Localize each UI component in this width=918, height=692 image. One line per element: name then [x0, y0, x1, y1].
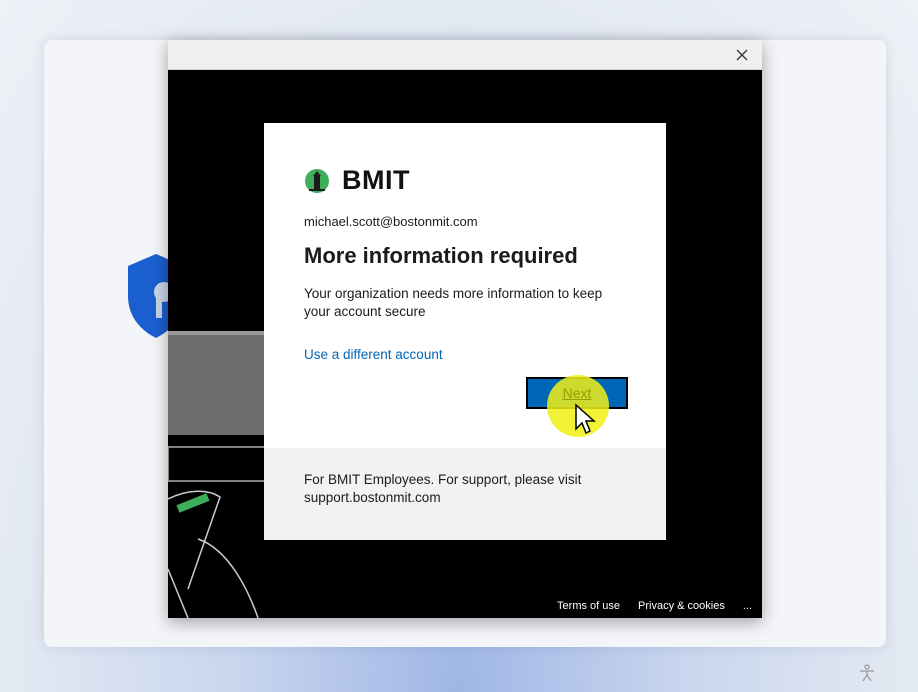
use-different-account-link[interactable]: Use a different account [304, 347, 443, 362]
terms-of-use-link[interactable]: Terms of use [557, 600, 620, 612]
brand-name: BMIT [342, 165, 410, 195]
footer-links: Terms of use Privacy & cookies ... [557, 600, 752, 612]
page-title: More information required [304, 243, 578, 268]
card-footer: For BMIT Employees. For support, please … [264, 448, 666, 540]
dialog-titlebar [168, 40, 762, 70]
close-button[interactable] [732, 45, 752, 65]
description-text: Your organization needs more information… [304, 286, 603, 319]
lighthouse-logo-icon [305, 168, 329, 193]
sign-in-dialog: BMIT michael.scott@bostonmit.com More in… [168, 40, 762, 618]
logo: BMIT [304, 165, 410, 196]
support-text: For BMIT Employees. For support, please … [304, 472, 582, 505]
close-icon [736, 49, 748, 61]
privacy-cookies-link[interactable]: Privacy & cookies [638, 600, 725, 612]
more-options-button[interactable]: ... [743, 600, 752, 612]
next-button[interactable] [526, 377, 628, 409]
account-email: michael.scott@bostonmit.com [304, 214, 478, 229]
accessibility-icon[interactable] [858, 664, 876, 682]
sign-in-card: BMIT michael.scott@bostonmit.com More in… [264, 123, 666, 540]
